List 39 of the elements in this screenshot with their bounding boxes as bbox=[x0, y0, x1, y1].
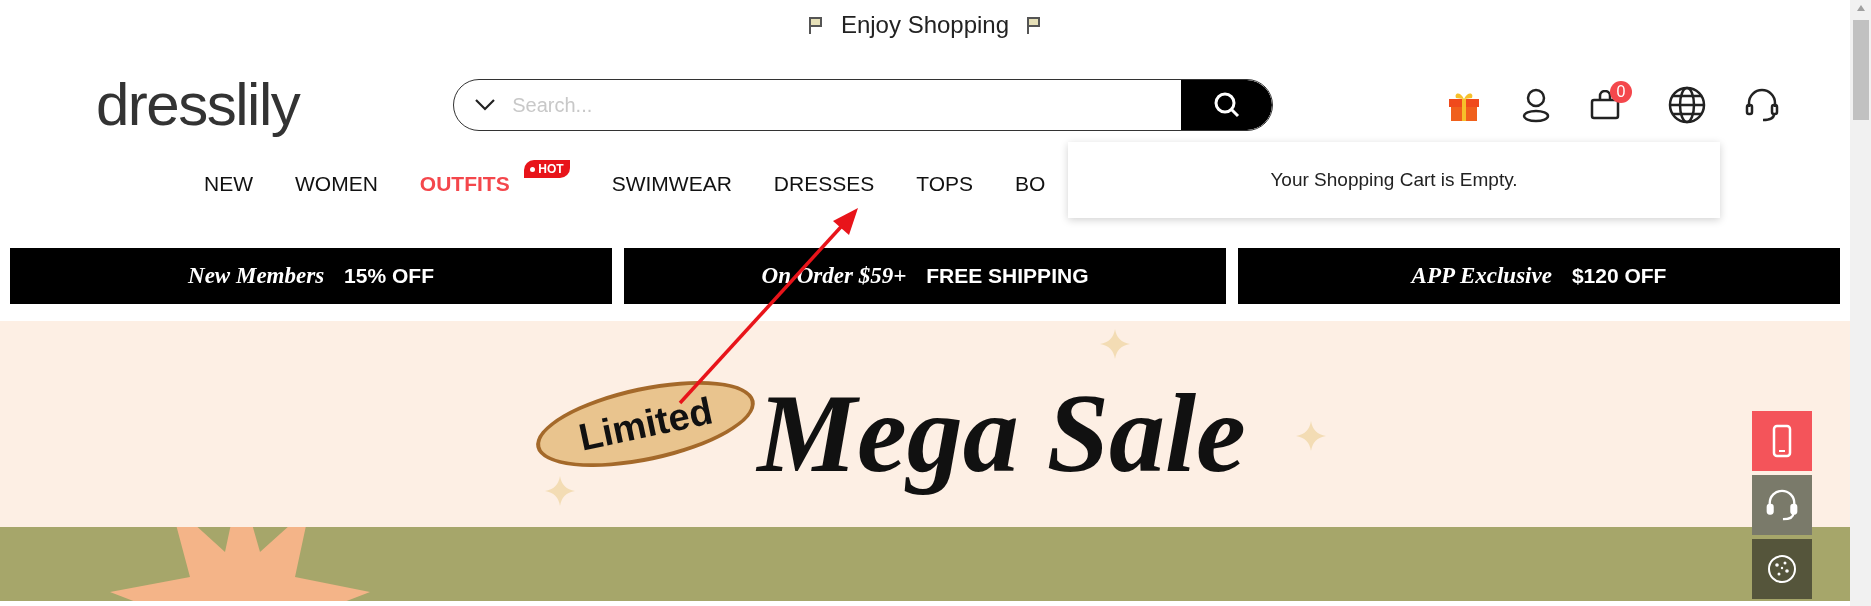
sparkle-icon bbox=[1296, 421, 1326, 451]
cookie-button[interactable] bbox=[1752, 539, 1812, 599]
nav-link[interactable]: BO bbox=[1015, 170, 1046, 198]
empty-cart-message: Your Shopping Cart is Empty. bbox=[1270, 167, 1518, 192]
nav-link[interactable]: OUTFITS HOT bbox=[419, 160, 570, 198]
globe-icon[interactable] bbox=[1668, 86, 1706, 124]
nav-link[interactable]: SWIMWEAR bbox=[611, 170, 732, 198]
phone-icon bbox=[1772, 424, 1792, 458]
promo-script-text: APP Exclusive bbox=[1411, 261, 1552, 290]
app-button[interactable] bbox=[1752, 411, 1812, 471]
flag-icon bbox=[806, 15, 825, 35]
cookie-icon bbox=[1766, 553, 1798, 585]
sparkle-icon bbox=[1100, 329, 1130, 359]
search-button[interactable] bbox=[1181, 80, 1273, 130]
promo-offer-text: 15% OFF bbox=[344, 263, 434, 290]
nav-link[interactable]: DRESSES bbox=[773, 170, 875, 198]
promo-offer-text: $120 OFF bbox=[1571, 263, 1667, 290]
chevron-down-icon[interactable] bbox=[474, 98, 497, 112]
cart-count-badge: 0 bbox=[1610, 81, 1632, 103]
promo-offer-text: FREE SHIPPING bbox=[926, 263, 1089, 290]
nav-link[interactable]: NEW bbox=[204, 170, 253, 198]
hot-badge: HOT bbox=[524, 160, 570, 178]
search-icon bbox=[1212, 91, 1241, 119]
scrollbar-thumb[interactable] bbox=[1852, 20, 1869, 120]
promo-script-text: On Order $59+ bbox=[761, 261, 907, 290]
nav-link[interactable]: WOMEN bbox=[295, 170, 378, 198]
announcement-text: Enjoy Shopping bbox=[840, 10, 1010, 40]
nav-link[interactable]: TOPS bbox=[916, 170, 973, 198]
promo-banner[interactable]: New Members 15% OFF bbox=[10, 248, 612, 304]
promo-script-text: New Members bbox=[188, 261, 325, 290]
promo-banner[interactable]: APP Exclusive $120 OFF bbox=[1238, 248, 1840, 304]
sparkle-icon bbox=[545, 476, 575, 506]
scrollbar[interactable] bbox=[1850, 0, 1871, 606]
user-icon[interactable] bbox=[1520, 87, 1552, 123]
headset-icon bbox=[1765, 488, 1799, 522]
support-button[interactable] bbox=[1752, 475, 1812, 535]
promo-banner[interactable]: On Order $59+ FREE SHIPPING bbox=[624, 248, 1226, 304]
logo[interactable]: dresslily bbox=[96, 75, 300, 135]
headset-icon[interactable] bbox=[1744, 87, 1780, 123]
